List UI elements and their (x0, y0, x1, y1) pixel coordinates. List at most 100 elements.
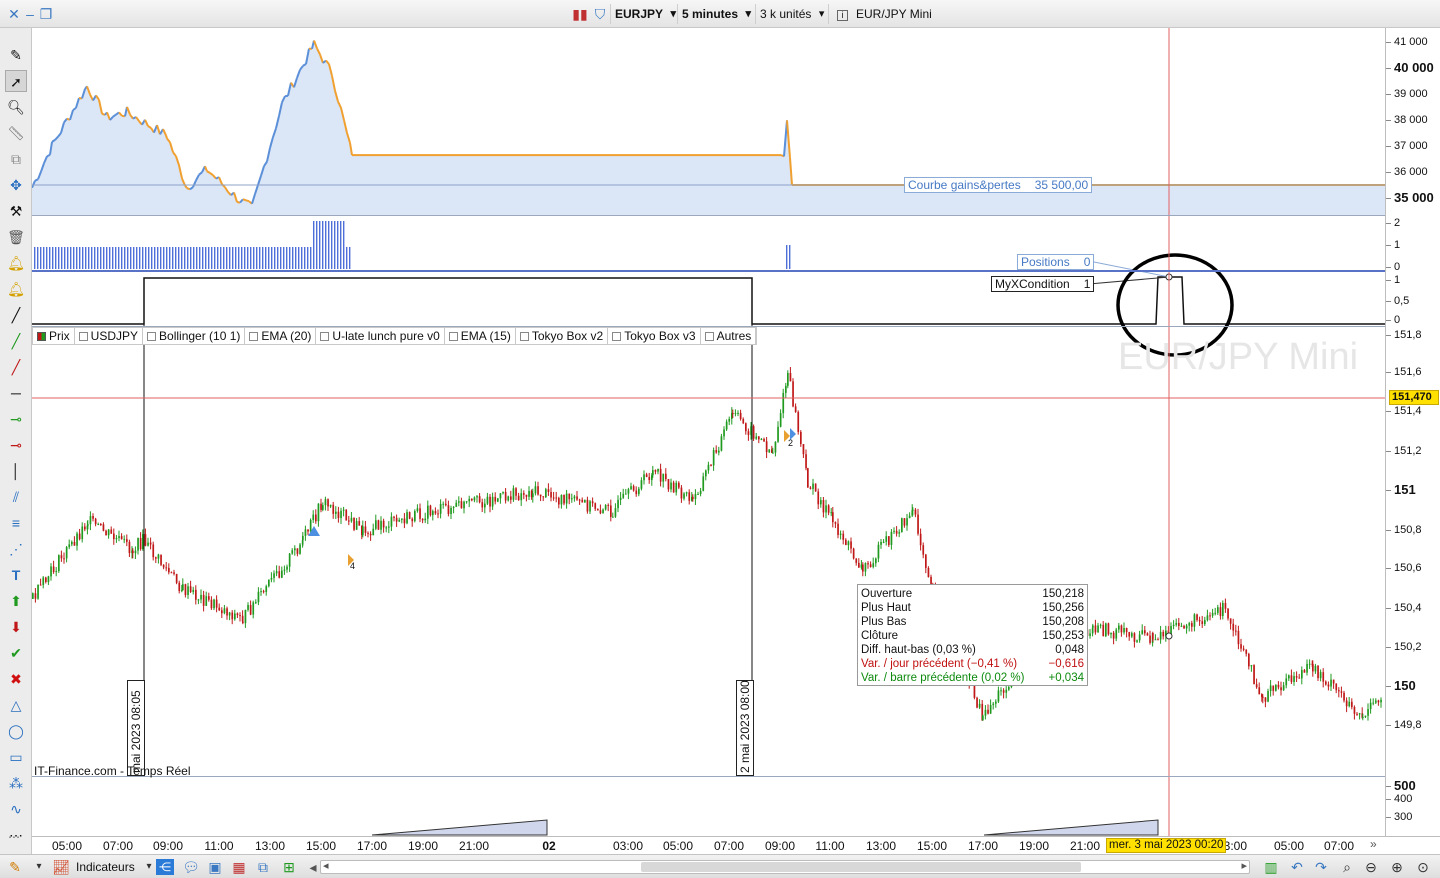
green-hline-icon[interactable]: ⊸ (5, 408, 27, 430)
candle-body (643, 474, 645, 481)
copy-icon[interactable]: ⧉ (5, 148, 27, 170)
points-icon[interactable]: ⁂ (5, 772, 27, 794)
legend-checkbox[interactable] (448, 331, 458, 341)
legend-item[interactable]: EMA (20) (245, 328, 317, 344)
window-icon[interactable]: ⧉ (254, 859, 272, 875)
pointer-icon[interactable]: ➚ (5, 70, 27, 92)
collapse-icon[interactable]: ⋯ (8, 830, 20, 844)
legend-checkbox[interactable] (320, 331, 330, 341)
screen-icon[interactable]: ▣ (206, 859, 224, 875)
zoom-fit-icon[interactable]: ⌕ (1338, 859, 1356, 875)
export-icon[interactable]: ⊞ (280, 859, 298, 875)
undo-icon[interactable]: ↶ (1288, 859, 1306, 875)
candle-body (1191, 623, 1193, 627)
grid-icon[interactable]: ▥ (1262, 859, 1280, 875)
restore-icon[interactable]: ❐ (38, 6, 54, 22)
candle-body (640, 480, 643, 489)
red-hline-icon[interactable]: ⊸ (5, 434, 27, 456)
legend-checkbox[interactable] (704, 331, 714, 341)
zoom-icon[interactable]: 🔍︎ (5, 96, 27, 118)
wave-icon[interactable]: ∿ (5, 798, 27, 820)
time-axis[interactable]: 05:00 07:00 09:00 11:00 13:00 15:00 17:00 19:00… (32, 836, 1440, 854)
text-icon[interactable]: T (5, 564, 27, 586)
candle-body (1258, 687, 1261, 695)
indicators-button[interactable]: Indicateurs (76, 859, 135, 875)
channel-icon[interactable]: ⫽ (5, 486, 27, 508)
candle-body (822, 500, 825, 513)
legend-item[interactable]: Autres (701, 328, 757, 344)
legend-item[interactable]: Tokyo Box v2 (516, 328, 609, 344)
arrow-up-icon[interactable]: ⬆ (5, 590, 27, 612)
candle-body (864, 563, 867, 572)
line-icon[interactable]: ╱ (5, 304, 27, 326)
zoom-in-icon[interactable]: ⊕ (1388, 859, 1406, 875)
legend-item[interactable]: U-late lunch pure v0 (316, 328, 445, 344)
bell-icon[interactable]: 🔔︎ (5, 278, 27, 300)
legend-checkbox[interactable] (147, 331, 157, 341)
candle-body (842, 533, 845, 540)
trash-icon[interactable]: 🗑︎ (5, 226, 27, 248)
legend-checkbox[interactable] (78, 331, 88, 341)
scrollbar-thumb[interactable] (641, 862, 1081, 872)
draw-mode-icon[interactable]: ✎ (6, 859, 24, 875)
scroll-right-icon[interactable]: » (1370, 837, 1377, 851)
candle-body (257, 591, 260, 603)
panel-separator[interactable] (32, 270, 1385, 272)
panel-separator[interactable] (32, 776, 1385, 777)
legend-checkbox[interactable] (519, 331, 529, 341)
arrow-down-icon[interactable]: ⬇ (5, 616, 27, 638)
close-icon[interactable]: ✕ (6, 6, 22, 22)
price-axis[interactable]: 41 000 40 000 39 000 38 000 37 000 36 000 35 0… (1385, 28, 1440, 836)
chart-type-icon[interactable]: ▮▮ (572, 6, 588, 22)
fan-icon[interactable]: ⋰ (5, 538, 27, 560)
candle-body (534, 486, 537, 494)
legend-item[interactable]: Tokyo Box v3 (608, 328, 701, 344)
symbol-select[interactable]: EURJPY (610, 4, 681, 24)
legend-item[interactable]: Bollinger (10 1) (143, 328, 246, 344)
pencil-icon[interactable]: ✎ (5, 44, 27, 66)
triangle-icon[interactable]: △ (5, 694, 27, 716)
redo-icon[interactable]: ↷ (1312, 859, 1330, 875)
chart-area[interactable] (32, 28, 1385, 836)
indicators-icon[interactable]: 📈︎ (52, 859, 70, 875)
horizontal-line-icon[interactable]: ─ (5, 382, 27, 404)
scroll-next-icon[interactable]: ▸ (1241, 859, 1247, 872)
position-bar (241, 247, 243, 269)
ruler-icon[interactable]: 📏︎ (5, 122, 27, 144)
calc-icon[interactable]: ▦ (230, 859, 248, 875)
legend-item[interactable]: EMA (15) (445, 328, 516, 344)
timeline-scrollbar[interactable]: ◂ ▸ (320, 860, 1250, 874)
legend-checkbox[interactable] (612, 331, 622, 341)
scroll-prev-icon[interactable]: ◂ (323, 859, 329, 872)
rectangle-icon[interactable]: ▭ (5, 746, 27, 768)
legend-checkbox[interactable] (37, 331, 46, 341)
ellipse-icon[interactable]: ◯ (5, 720, 27, 742)
dropdown-icon[interactable]: ▾ (30, 859, 48, 875)
shield-icon[interactable]: ⛉ (592, 6, 608, 22)
zoom-reset-icon[interactable]: ⊙ (1414, 859, 1432, 875)
alert-bell-icon[interactable]: 🔔︎ (5, 252, 27, 274)
share-icon[interactable]: ⋲ (156, 859, 174, 875)
legend-item[interactable]: Prix (33, 328, 75, 344)
hammer-icon[interactable]: ⚒ (5, 200, 27, 222)
vertical-line-icon[interactable]: │ (5, 460, 27, 482)
units-select[interactable]: 3 k unités (755, 4, 829, 24)
red-line-icon[interactable]: ╱ (5, 356, 27, 378)
minimize-icon[interactable]: – (22, 6, 38, 22)
condition-step (32, 276, 1385, 325)
fibonacci-icon[interactable]: ≡ (5, 512, 27, 534)
instrument-info[interactable]: i EUR/JPY Mini (828, 4, 932, 24)
candle-body (445, 503, 447, 506)
timeframe-select[interactable]: 5 minutes (677, 4, 756, 24)
candle-body (105, 530, 107, 536)
panel-separator[interactable] (32, 215, 1385, 216)
legend-checkbox[interactable] (249, 331, 259, 341)
candle-body (47, 576, 50, 582)
check-icon[interactable]: ✔ (5, 642, 27, 664)
move-icon[interactable]: ✥ (5, 174, 27, 196)
green-line-icon[interactable]: ╱ (5, 330, 27, 352)
legend-item[interactable]: USDJPY (75, 328, 144, 344)
cross-icon[interactable]: ✖ (5, 668, 27, 690)
zoom-out-icon[interactable]: ⊖ (1362, 859, 1380, 875)
chat-icon[interactable]: 💬︎ (182, 859, 200, 875)
